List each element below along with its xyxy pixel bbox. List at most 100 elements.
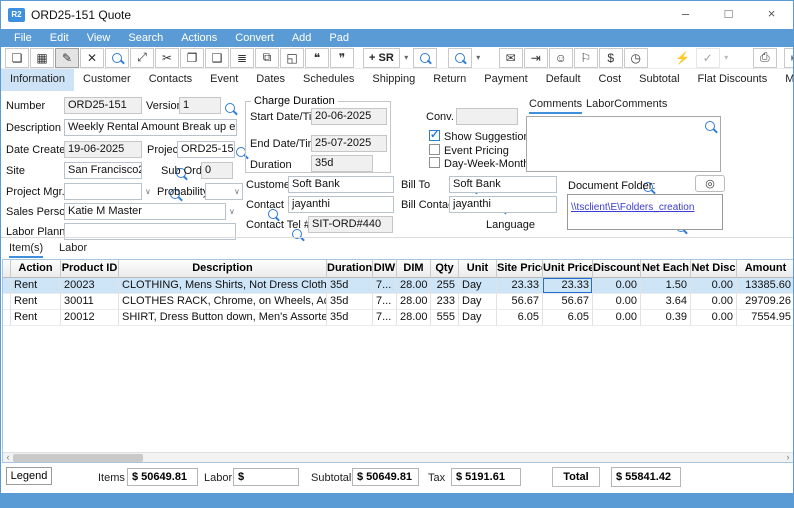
- column-header-site-price[interactable]: Site Price: [497, 260, 543, 278]
- scroll-left-icon[interactable]: [3, 453, 13, 462]
- tab-comments[interactable]: Comments: [529, 98, 582, 114]
- version-field[interactable]: 1: [179, 97, 221, 114]
- new-document-icon[interactable]: ❏: [5, 48, 29, 68]
- tab-multi-curr[interactable]: Multi-Curr: [776, 69, 794, 91]
- package-search-caret-icon[interactable]: ▾: [473, 48, 484, 68]
- cell[interactable]: 1.50: [641, 278, 691, 294]
- cell[interactable]: 23.33: [497, 278, 543, 294]
- tab-flat-discounts[interactable]: Flat Discounts: [689, 69, 777, 91]
- row-selector[interactable]: [3, 310, 11, 326]
- show-suggestions-checkbox[interactable]: [429, 130, 440, 141]
- description-field[interactable]: Weekly Rental Amount Break up example Or…: [64, 119, 237, 136]
- exit-icon[interactable]: ↦: [784, 48, 794, 68]
- column-header-discount[interactable]: Discount: [593, 260, 641, 278]
- comment-zero-icon[interactable]: ❞: [330, 48, 354, 68]
- column-header-unit-price[interactable]: Unit Price: [543, 260, 593, 278]
- cell[interactable]: 20023: [61, 278, 119, 294]
- column-header-duration[interactable]: Duration: [327, 260, 373, 278]
- tab-default[interactable]: Default: [537, 69, 590, 91]
- column-header-amount[interactable]: Amount: [737, 260, 794, 278]
- cell[interactable]: 35d: [327, 310, 373, 326]
- paste-icon[interactable]: ❑: [205, 48, 229, 68]
- package-out-icon[interactable]: ⇥: [524, 48, 548, 68]
- row-selector[interactable]: [3, 278, 11, 294]
- end-date-field[interactable]: 25-07-2025: [311, 135, 387, 152]
- delete-icon[interactable]: ✕: [80, 48, 104, 68]
- menu-item-edit[interactable]: Edit: [41, 29, 78, 47]
- edit-pencil-icon[interactable]: ✎: [55, 48, 79, 68]
- tab-items[interactable]: Item(s): [9, 242, 43, 258]
- comment-icon[interactable]: ❝: [305, 48, 329, 68]
- column-header-net-each[interactable]: Net Each: [641, 260, 691, 278]
- start-date-field[interactable]: 20-06-2025: [311, 108, 387, 125]
- horizontal-scrollbar[interactable]: [3, 452, 793, 462]
- tab-cost[interactable]: Cost: [590, 69, 631, 91]
- cell[interactable]: Day: [459, 310, 497, 326]
- cell[interactable]: 28.00: [397, 294, 431, 310]
- tab-dates[interactable]: Dates: [247, 69, 294, 91]
- tab-information[interactable]: Information: [1, 69, 74, 91]
- table-row[interactable]: Rent20023CLOTHING, Mens Shirts, Not Dres…: [3, 278, 794, 294]
- search-icon[interactable]: [105, 48, 129, 68]
- expand-icon[interactable]: ⤢: [130, 48, 154, 68]
- cell[interactable]: Rent: [11, 278, 61, 294]
- conv-date-field[interactable]: [456, 108, 518, 125]
- layout-grid-icon[interactable]: ◱: [280, 48, 304, 68]
- menu-item-actions[interactable]: Actions: [172, 29, 226, 47]
- column-header-dim[interactable]: DIM: [397, 260, 431, 278]
- package-search-icon[interactable]: [448, 48, 472, 68]
- copy-icon[interactable]: ❐: [180, 48, 204, 68]
- bill-to-field[interactable]: Soft Bank: [449, 176, 557, 193]
- customer-field[interactable]: Soft Bank: [288, 176, 394, 193]
- cell[interactable]: 7...: [373, 278, 397, 294]
- scrollbar-thumb[interactable]: [13, 454, 143, 462]
- project-mgr-field[interactable]: [64, 183, 142, 200]
- print-icon[interactable]: ⎙: [753, 48, 777, 68]
- cell[interactable]: 56.67: [497, 294, 543, 310]
- cell[interactable]: 28.00: [397, 310, 431, 326]
- envelope-icon[interactable]: ✉: [499, 48, 523, 68]
- tab-subtotal[interactable]: Subtotal: [630, 69, 688, 91]
- cell[interactable]: 0.00: [593, 310, 641, 326]
- cell[interactable]: 7...: [373, 294, 397, 310]
- cell[interactable]: 56.67: [543, 294, 593, 310]
- chevron-down-icon[interactable]: [229, 208, 235, 216]
- duration-field[interactable]: 35d: [311, 155, 373, 172]
- cell[interactable]: 0.00: [691, 294, 737, 310]
- bill-contact-field[interactable]: jayanthi: [449, 196, 557, 213]
- cell[interactable]: 6.05: [543, 310, 593, 326]
- cell[interactable]: 6.05: [497, 310, 543, 326]
- event-pricing-checkbox[interactable]: [429, 144, 440, 155]
- smiley-icon[interactable]: ☺: [549, 48, 573, 68]
- tab-labor[interactable]: Labor: [59, 242, 87, 254]
- calendar-check-icon[interactable]: ✓: [696, 48, 720, 68]
- duplicate-zero-icon[interactable]: ⧉: [255, 48, 279, 68]
- tab-shipping[interactable]: Shipping: [363, 69, 424, 91]
- table-row[interactable]: Rent20012SHIRT, Dress Button down, Men's…: [3, 310, 794, 326]
- cell[interactable]: 255: [431, 278, 459, 294]
- cell[interactable]: Day: [459, 294, 497, 310]
- document-folder-link[interactable]: \\tsclient\E\Folders_creation: [571, 202, 694, 213]
- chevron-down-icon[interactable]: [145, 188, 151, 196]
- number-field[interactable]: ORD25-151: [64, 97, 142, 114]
- column-header-description[interactable]: Description: [119, 260, 327, 278]
- cell[interactable]: 7554.95: [737, 310, 794, 326]
- cell[interactable]: Rent: [11, 310, 61, 326]
- menu-item-view[interactable]: View: [78, 29, 120, 47]
- tab-contacts[interactable]: Contacts: [140, 69, 201, 91]
- cell[interactable]: 7...: [373, 310, 397, 326]
- sub-orders-field[interactable]: 0: [201, 162, 233, 179]
- add-sr-caret-icon[interactable]: ▾: [401, 48, 412, 68]
- cell[interactable]: CLOTHING, Mens Shirts, Not Dress Clothes: [119, 278, 327, 294]
- tab-customer[interactable]: Customer: [74, 69, 140, 91]
- date-created-field[interactable]: 19-06-2025: [64, 141, 142, 158]
- menu-item-add[interactable]: Add: [283, 29, 321, 47]
- chevron-down-icon[interactable]: [234, 188, 240, 196]
- preview-search-icon[interactable]: [413, 48, 437, 68]
- sales-person-field[interactable]: Katie M Master: [64, 203, 226, 220]
- cell[interactable]: 20012: [61, 310, 119, 326]
- row-selector-header[interactable]: [3, 260, 11, 278]
- menu-item-file[interactable]: File: [5, 29, 41, 47]
- cell[interactable]: 29709.26: [737, 294, 794, 310]
- minimize-button[interactable]: –: [664, 1, 707, 29]
